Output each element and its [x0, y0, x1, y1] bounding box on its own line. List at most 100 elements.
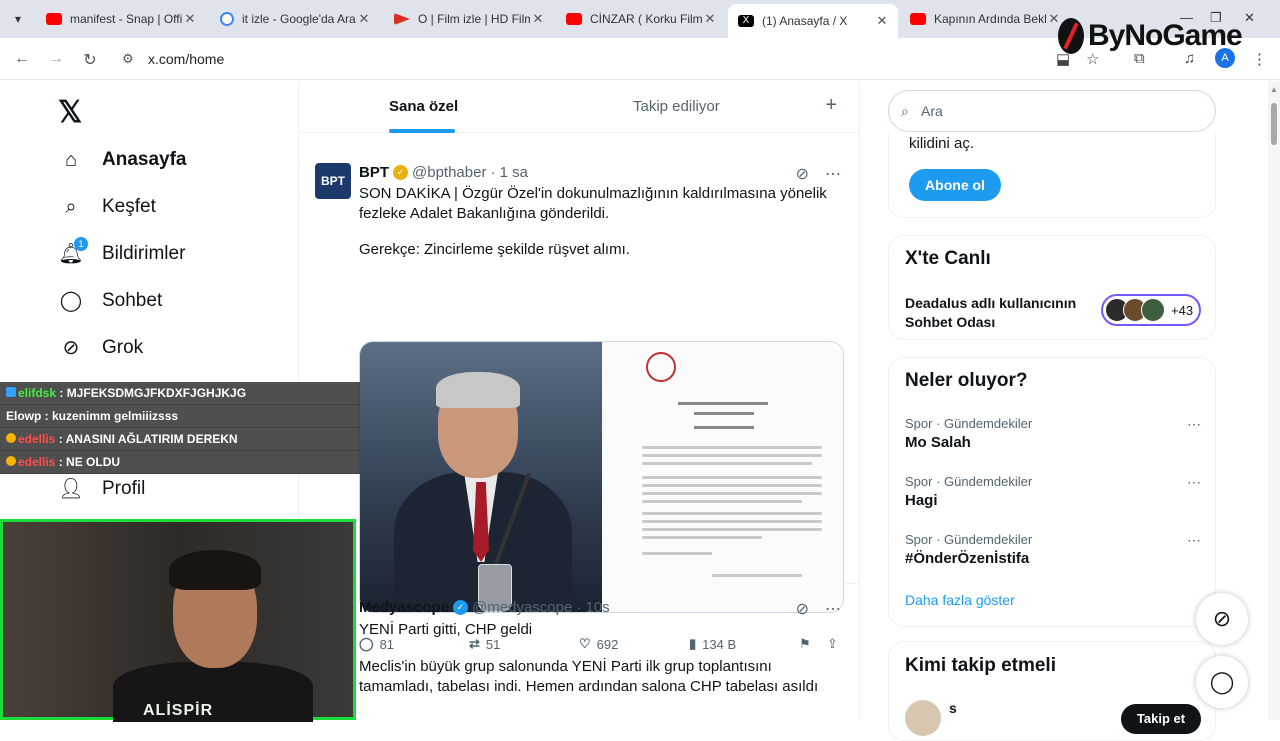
- show-more-link[interactable]: Daha fazla göster: [905, 592, 1015, 608]
- nav-item-grok[interactable]: ⊘ Grok: [58, 335, 144, 361]
- grok-fab-icon[interactable]: ⊘: [1196, 593, 1248, 645]
- more-icon[interactable]: ⋯: [1187, 532, 1201, 549]
- google-icon: [220, 12, 234, 26]
- tweet[interactable]: Medyascope ✓ @medyascope · 10s ⊘ ⋯ YENİ …: [299, 585, 859, 725]
- menu-icon[interactable]: ⋮: [1252, 50, 1267, 68]
- chat-message: elifdsk : MJFEKSDMGJFKDXFJGHJKJG: [0, 382, 360, 405]
- premium-card: kilidini aç. Abone ol: [888, 133, 1216, 218]
- trend-item[interactable]: Spor · Gündemdekiler Mo Salah ⋯: [905, 416, 1201, 451]
- tab-for-you[interactable]: Sana özel: [389, 98, 458, 115]
- more-icon[interactable]: ⋯: [1187, 474, 1201, 491]
- tab-following[interactable]: Takip ediliyor: [633, 98, 720, 115]
- follow-title: Kimi takip etmeli: [905, 655, 1056, 676]
- chat-message: edellis : ANASINI AĞLATIRIM DEREKN: [0, 428, 360, 451]
- youtube-icon: [910, 13, 926, 25]
- follow-button[interactable]: Takip et: [1121, 704, 1201, 734]
- grok-icon[interactable]: ⊘: [796, 164, 809, 184]
- tweet-media[interactable]: [359, 341, 844, 613]
- browser-tab[interactable]: Kapının Ardında Bekl ✕: [900, 4, 1070, 34]
- reload-icon[interactable]: ↻: [80, 50, 100, 70]
- chat-icon: ◯: [59, 290, 83, 312]
- tweet-handle[interactable]: @bpthaber: [412, 164, 486, 181]
- trend-item[interactable]: Spor · Gündemdekiler Hagi ⋯: [905, 474, 1201, 509]
- trend-item[interactable]: Spor · Gündemdekiler #ÖnderÖzenİstifa ⋯: [905, 532, 1201, 567]
- nav-item-profile[interactable]: 👤︎ Profil: [58, 476, 145, 502]
- tweet-handle[interactable]: @medyascope: [472, 599, 572, 616]
- chat-message: Elowp : kuzenimm gelmiiizsss: [0, 405, 360, 428]
- active-tab-indicator: [389, 129, 455, 133]
- messages-fab-icon[interactable]: ◯: [1196, 656, 1248, 708]
- close-window-icon[interactable]: ✕: [1244, 10, 1255, 26]
- avatar[interactable]: [905, 700, 941, 736]
- platform-icon: [6, 387, 16, 397]
- seal-icon: [646, 352, 676, 382]
- nav-item-notifications[interactable]: 🔔︎ 1 Bildirimler: [58, 237, 185, 267]
- scrollbar-thumb[interactable]: [1271, 103, 1277, 145]
- x-logo-icon[interactable]: 𝕏: [58, 95, 82, 130]
- browser-tab[interactable]: CİNZAR ( Korku Filmi ✕: [556, 4, 726, 34]
- browser-tab[interactable]: O | Film izle | HD Film ✕: [384, 4, 554, 34]
- avatar[interactable]: BPT: [315, 163, 351, 199]
- home-icon: ⌂: [64, 149, 78, 171]
- badge-icon: [6, 456, 16, 466]
- person-icon: 👤︎: [58, 478, 84, 500]
- browser-tab[interactable]: it izle - Google'da Ara ✕: [210, 4, 380, 34]
- bynogame-logo-icon: [1058, 18, 1084, 54]
- close-icon[interactable]: ✕: [530, 11, 546, 27]
- more-icon[interactable]: ⋯: [825, 164, 841, 184]
- forward-icon[interactable]: →: [46, 50, 66, 68]
- more-icon[interactable]: ⋯: [1187, 416, 1201, 433]
- premium-text: kilidini aç.: [909, 135, 975, 152]
- tweet-document-image[interactable]: [602, 342, 843, 612]
- close-icon[interactable]: ✕: [702, 11, 718, 27]
- close-icon[interactable]: ✕: [182, 11, 198, 27]
- badge-icon: [6, 433, 16, 443]
- more-icon[interactable]: ⋯: [825, 599, 841, 619]
- subscribe-button[interactable]: Abone ol: [909, 169, 1001, 201]
- webcam-overlay: ALİSPİR: [0, 519, 356, 722]
- tweet-author-name[interactable]: Medyascope: [359, 599, 449, 616]
- tweet-text: YENİ Parti gitti, CHP geldi: [359, 621, 533, 638]
- verified-blue-icon: ✓: [453, 600, 469, 615]
- youtube-icon: [46, 13, 62, 25]
- url-field[interactable]: ⚙ x.com/home: [112, 43, 1012, 75]
- tweet-photo[interactable]: [360, 342, 602, 612]
- nav-item-chat[interactable]: ◯ Sohbet: [58, 288, 162, 314]
- tweet-time[interactable]: · 1 sa: [490, 164, 528, 181]
- search-input[interactable]: ⌕ Ara: [888, 90, 1216, 132]
- tweet[interactable]: BPT BPT ✓ @bpthaber · 1 sa ⊘ ⋯ SON DAKİK…: [299, 152, 859, 652]
- close-icon[interactable]: ✕: [874, 13, 890, 29]
- browser-tab-active[interactable]: X (1) Anasayfa / X ✕: [728, 4, 898, 38]
- youtube-icon: [566, 13, 582, 25]
- tweet-time[interactable]: · 10s: [576, 599, 609, 616]
- avatar: [1141, 298, 1165, 322]
- site-info-icon[interactable]: ⚙: [122, 43, 134, 75]
- verified-gold-icon: ✓: [393, 165, 408, 180]
- live-card[interactable]: X'te Canlı Deadalus adlı kullanıcının So…: [888, 235, 1216, 340]
- who-to-follow-card: Kimi takip etmeli s Takip et: [888, 641, 1216, 741]
- live-space-text: Deadalus adlı kullanıcının Sohbet Odası: [905, 295, 1077, 330]
- add-tab-icon[interactable]: +: [825, 94, 837, 117]
- nav-item-home[interactable]: ⌂ Anasayfa: [58, 147, 187, 173]
- browser-tab[interactable]: manifest - Snap | Offi ✕: [36, 4, 206, 34]
- chat-message: edellis : NE OLDU: [0, 451, 360, 474]
- trends-title: Neler oluyor?: [905, 370, 1028, 391]
- play-icon: [394, 13, 410, 25]
- back-icon[interactable]: ←: [12, 50, 32, 68]
- streamer-name: ALİSPİR: [143, 702, 214, 719]
- nav-item-explore[interactable]: ⌕ Keşfet: [58, 194, 155, 220]
- participant-count: +43: [1171, 302, 1194, 318]
- tweet-author-name[interactable]: BPT: [359, 164, 389, 181]
- grok-icon[interactable]: ⊘: [796, 599, 809, 619]
- follow-user-name[interactable]: s: [949, 700, 957, 716]
- live-participants[interactable]: +43: [1101, 294, 1201, 326]
- page-scrollbar[interactable]: ▲: [1268, 81, 1280, 720]
- tab-search-icon[interactable]: ▾: [8, 9, 28, 29]
- search-icon: ⌕: [65, 196, 77, 218]
- timeline-feed: Sana özel Takip ediliyor + BPT BPT ✓ @bp…: [298, 81, 860, 720]
- close-icon[interactable]: ✕: [356, 11, 372, 27]
- live-title: X'te Canlı: [905, 248, 991, 269]
- scroll-up-icon[interactable]: ▲: [1270, 85, 1278, 94]
- right-sidebar: ⌕ Ara kilidini aç. Abone ol X'te Canlı D…: [888, 81, 1280, 741]
- x-icon: X: [738, 15, 754, 27]
